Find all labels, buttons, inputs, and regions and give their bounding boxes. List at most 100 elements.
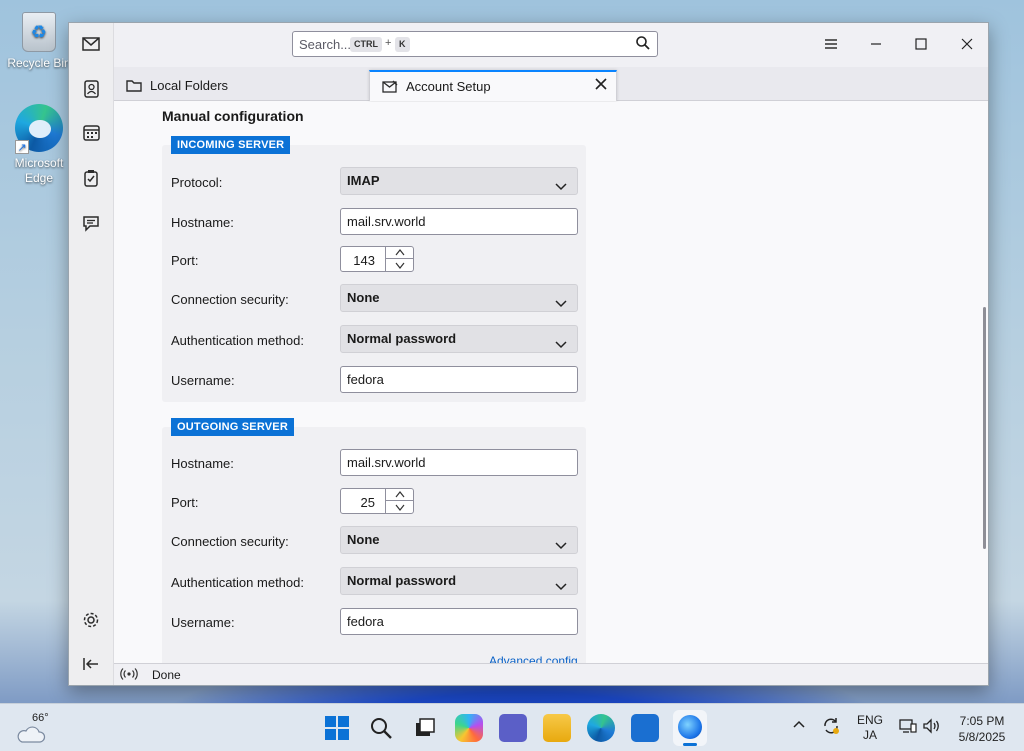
clock[interactable]: 7:05 PM 5/8/2025 [950, 713, 1014, 745]
edge-taskbar-icon[interactable] [587, 714, 615, 742]
port-spinner [385, 247, 413, 271]
store-icon[interactable] [631, 714, 659, 742]
hostname-label: Hostname: [171, 215, 234, 230]
account-setup-content: Manual configuration INCOMING SERVER Pro… [114, 102, 988, 663]
title-bar: Search... CTRL + K [114, 23, 988, 67]
input-language-indicator[interactable]: ENG JA [852, 713, 888, 743]
tab-label: Local Folders [150, 78, 229, 93]
start-icon[interactable] [323, 714, 351, 742]
incoming-port-stepper[interactable]: 143 [340, 246, 414, 272]
desktop-icon-recycle-bin[interactable]: ♻ Recycle Bin [4, 12, 74, 71]
outgoing-auth-select[interactable]: Normal password [340, 567, 578, 595]
status-text: Done [152, 668, 181, 682]
auth-value: Normal password [347, 331, 457, 346]
active-indicator [683, 743, 697, 746]
language-secondary: JA [862, 728, 877, 742]
outgoing-hostname-field[interactable]: mail.srv.world [340, 449, 578, 476]
tasks-icon[interactable] [77, 164, 105, 192]
incoming-server-section: INCOMING SERVER Protocol: IMAP Hostname:… [162, 136, 586, 402]
protocol-value: IMAP [347, 173, 380, 188]
port-label: Port: [171, 253, 199, 268]
chevron-down-icon [555, 534, 567, 560]
chevron-down-icon [555, 292, 567, 318]
sync-icon[interactable] [821, 716, 841, 739]
settings-icon[interactable] [77, 606, 105, 634]
chevron-down-icon [555, 175, 567, 201]
incoming-username-field[interactable]: fedora [340, 366, 578, 393]
mail-account-icon [382, 80, 398, 93]
search-icon[interactable] [367, 714, 395, 742]
search-icon[interactable] [635, 35, 651, 54]
scrollbar-thumb[interactable] [983, 307, 986, 549]
port-label: Port: [171, 495, 199, 510]
task-view-icon[interactable] [411, 714, 439, 742]
minimize-icon[interactable] [862, 31, 890, 57]
address-book-icon[interactable] [77, 75, 105, 103]
close-window-icon[interactable] [953, 31, 981, 57]
app-menu-icon[interactable] [817, 31, 845, 57]
increment-icon[interactable] [386, 489, 413, 501]
protocol-select[interactable]: IMAP [340, 167, 578, 195]
hostname-label: Hostname: [171, 456, 234, 471]
username-label: Username: [171, 615, 235, 630]
shortcut-key-k: K [395, 37, 410, 52]
recycle-bin-icon: ♻ [22, 12, 56, 52]
desktop-icon-label: Recycle Bin [7, 56, 71, 70]
network-icon[interactable] [899, 718, 917, 737]
outgoing-username-field[interactable]: fedora [340, 608, 578, 635]
collapse-icon[interactable] [77, 650, 105, 678]
shortcut-key-ctrl: CTRL [350, 37, 382, 52]
increment-icon[interactable] [386, 247, 413, 259]
chat-icon[interactable] [77, 209, 105, 237]
page-title: Manual configuration [162, 108, 304, 124]
clock-date: 5/8/2025 [958, 730, 1006, 744]
outgoing-security-select[interactable]: None [340, 526, 578, 554]
online-status-icon[interactable] [120, 667, 138, 684]
thunderbird-window: Search... CTRL + K Local Folders Account… [68, 22, 989, 686]
security-value: None [347, 532, 380, 547]
auth-value: Normal password [347, 573, 457, 588]
spaces-toolbar [69, 23, 114, 685]
language-primary: ENG [856, 713, 883, 727]
username-label: Username: [171, 373, 235, 388]
advanced-config-link[interactable]: Advanced config [489, 654, 578, 663]
protocol-label: Protocol: [171, 175, 223, 190]
outgoing-server-legend: OUTGOING SERVER [171, 418, 294, 436]
shortcut-plus: + [385, 37, 392, 49]
thunderbird-icon [678, 715, 702, 739]
incoming-hostname-field[interactable]: mail.srv.world [340, 208, 578, 235]
tab-account-setup[interactable]: Account Setup [369, 70, 617, 101]
tab-local-folders[interactable]: Local Folders [114, 70, 369, 101]
shortcut-arrow-icon: ↗ [15, 140, 29, 154]
auth-method-label: Authentication method: [171, 333, 304, 348]
search-placeholder: Search... [299, 37, 352, 52]
desktop-icon-edge[interactable]: ↗ Microsoft Edge [4, 104, 74, 186]
decrement-icon[interactable] [386, 259, 413, 271]
copilot-icon[interactable] [455, 714, 483, 742]
folder-icon [126, 79, 142, 92]
calendar-icon[interactable] [77, 119, 105, 147]
outgoing-port-stepper[interactable]: 25 [340, 488, 414, 514]
port-spinner [385, 489, 413, 513]
volume-icon[interactable] [922, 718, 942, 737]
teams-icon[interactable] [499, 714, 527, 742]
clock-time: 7:05 PM [959, 714, 1005, 728]
tab-label: Account Setup [406, 79, 491, 94]
decrement-icon[interactable] [386, 501, 413, 513]
port-value: 25 [360, 495, 375, 510]
edge-icon: ↗ [15, 104, 63, 154]
desktop-icon-label: Microsoft Edge [14, 156, 64, 185]
mail-icon[interactable] [77, 30, 105, 58]
chevron-down-icon [555, 575, 567, 601]
port-value: 143 [353, 253, 375, 268]
thunderbird-taskbar-button[interactable] [673, 710, 707, 746]
tab-bar: Local Folders Account Setup [114, 67, 988, 101]
incoming-security-select[interactable]: None [340, 284, 578, 312]
search-input[interactable]: Search... CTRL + K [292, 31, 658, 57]
show-hidden-icons-chevron-icon[interactable] [792, 718, 806, 732]
outgoing-server-section: OUTGOING SERVER Hostname: mail.srv.world… [162, 418, 586, 663]
close-tab-icon[interactable] [594, 77, 608, 94]
incoming-auth-select[interactable]: Normal password [340, 325, 578, 353]
maximize-icon[interactable] [907, 31, 935, 57]
file-explorer-icon[interactable] [543, 714, 571, 742]
